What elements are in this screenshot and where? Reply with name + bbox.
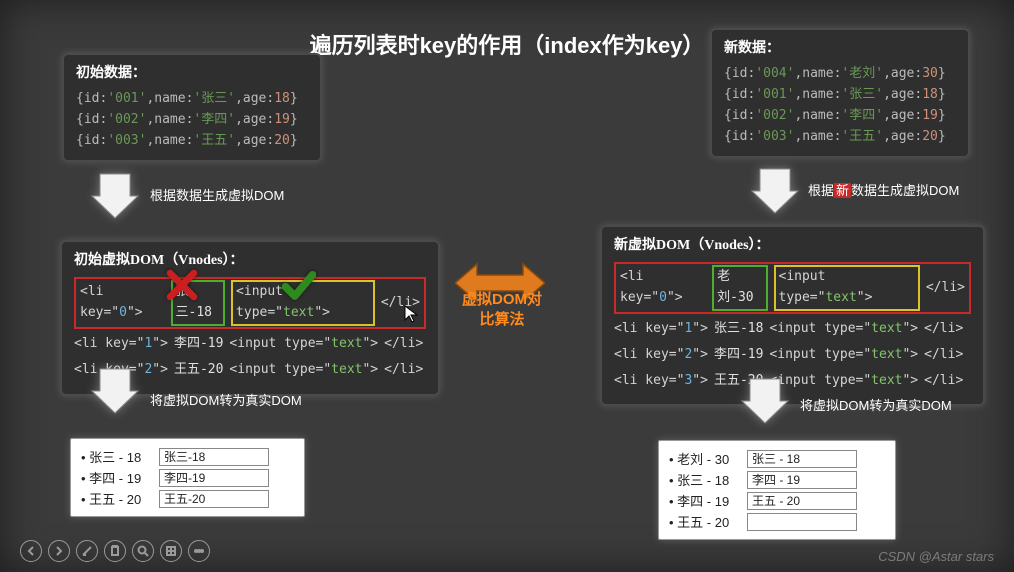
vnode-line: <li key="0"> 张三-18 <input type="text"> <… [74, 277, 426, 329]
list-item-input[interactable] [159, 448, 269, 466]
presentation-toolbar [20, 540, 210, 562]
initial-vnodes-title: 初始虚拟DOM（Vnodes）： [74, 250, 426, 272]
panel-new-data: 新数据： {id:'004',name:'老刘',age:30}{id:'001… [710, 28, 970, 158]
real-dom-item: • 张三 - 18 [81, 447, 294, 466]
list-item-input[interactable] [747, 492, 857, 510]
list-item-input[interactable] [747, 513, 857, 531]
panel-new-vnodes: 新虚拟DOM（Vnodes）： <li key="0"> 老刘-30 <inpu… [600, 225, 985, 406]
mouse-cursor-icon [404, 305, 418, 323]
step1-label-right: 根据新数据生成虚拟DOM [808, 180, 959, 199]
diff-algorithm-label: 虚拟DOM对比算法 [462, 290, 542, 329]
real-dom-item: • 王五 - 20 [81, 489, 294, 508]
list-item-input[interactable] [747, 471, 857, 489]
data-object-line: {id:'001',name:'张三',age:18} [76, 89, 308, 110]
data-object-line: {id:'002',name:'李四',age:19} [76, 110, 308, 131]
arrow-down-icon [740, 375, 790, 425]
list-item-label: • 张三 - 18 [669, 470, 741, 489]
list-item-label: • 王五 - 20 [669, 512, 741, 531]
vnode-line: <li key="0"> 老刘-30 <input type="text"> <… [614, 262, 971, 314]
panel-real-dom-right: • 老刘 - 30 • 张三 - 18 • 李四 - 19 • 王五 - 20 [658, 440, 896, 540]
data-object-line: {id:'002',name:'李四',age:19} [724, 106, 956, 127]
list-item-label: • 王五 - 20 [81, 489, 153, 508]
panel-real-dom-left: • 张三 - 18 • 李四 - 19 • 王五 - 20 [70, 438, 305, 517]
vnode-line: <li key="1"> 张三-18 <input type="text"> <… [614, 319, 971, 340]
new-vnodes-title: 新虚拟DOM（Vnodes）： [614, 235, 971, 257]
list-item-input[interactable] [159, 490, 269, 508]
data-object-line: {id:'001',name:'张三',age:18} [724, 85, 956, 106]
list-item-input[interactable] [747, 450, 857, 468]
clipboard-button[interactable] [104, 540, 126, 562]
step2-label-right: 将虚拟DOM转为真实DOM [800, 395, 952, 414]
new-data-title: 新数据： [724, 38, 956, 60]
data-object-line: {id:'003',name:'王五',age:20} [724, 127, 956, 148]
next-button[interactable] [48, 540, 70, 562]
grid-button[interactable] [160, 540, 182, 562]
data-object-line: {id:'004',name:'老刘',age:30} [724, 64, 956, 85]
diagram-stage: 遍历列表时key的作用（index作为key） 初始数据： {id:'001',… [0, 0, 1014, 572]
step2-label-left: 将虚拟DOM转为真实DOM [150, 390, 302, 409]
real-dom-item: • 李四 - 19 [81, 468, 294, 487]
pen-button[interactable] [76, 540, 98, 562]
list-item-label: • 张三 - 18 [81, 447, 153, 466]
list-item-label: • 老刘 - 30 [669, 449, 741, 468]
zoom-button[interactable] [132, 540, 154, 562]
list-item-label: • 李四 - 19 [669, 491, 741, 510]
vnode-line: <li key="2"> 李四-19 <input type="text"> <… [614, 345, 971, 366]
list-item-input[interactable] [159, 469, 269, 487]
prev-button[interactable] [20, 540, 42, 562]
arrow-down-icon [750, 165, 800, 215]
list-item-label: • 李四 - 19 [81, 468, 153, 487]
real-dom-item: • 王五 - 20 [669, 512, 885, 531]
real-dom-item: • 张三 - 18 [669, 470, 885, 489]
more-button[interactable] [188, 540, 210, 562]
data-object-line: {id:'003',name:'王五',age:20} [76, 131, 308, 152]
vnode-line: <li key="1"> 李四-19 <input type="text"> <… [74, 334, 426, 355]
watermark: CSDN @Astar stars [878, 549, 994, 564]
real-dom-item: • 李四 - 19 [669, 491, 885, 510]
initial-data-title: 初始数据： [76, 63, 308, 85]
vnode-line: <li key="3"> 王五-20 <input type="text"> <… [614, 371, 971, 392]
panel-initial-data: 初始数据： {id:'001',name:'张三',age:18}{id:'00… [62, 53, 322, 162]
arrow-down-icon [90, 170, 140, 220]
arrow-down-icon [90, 365, 140, 415]
real-dom-item: • 老刘 - 30 [669, 449, 885, 468]
step1-label-left: 根据数据生成虚拟DOM [150, 185, 284, 204]
